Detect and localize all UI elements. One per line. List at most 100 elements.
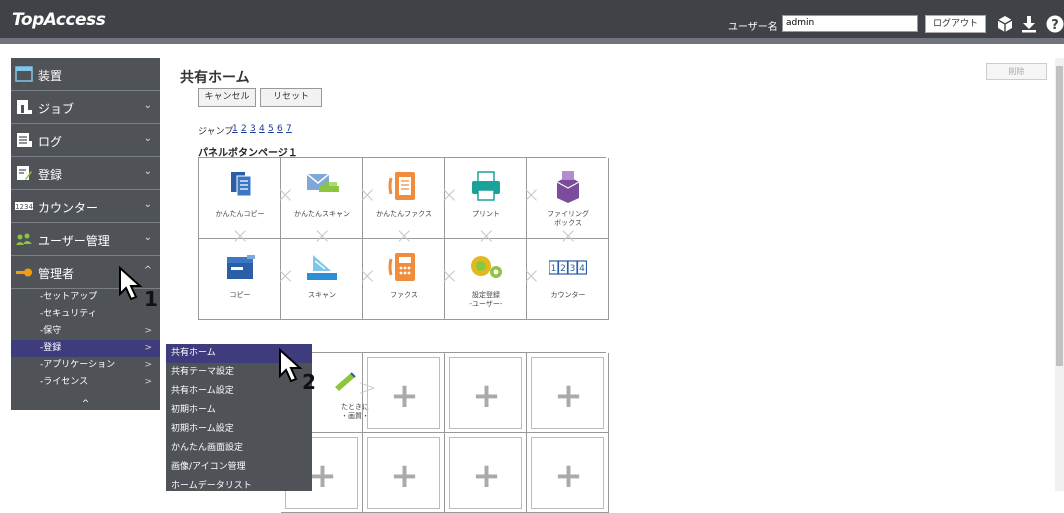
button-caption: カウンター bbox=[550, 291, 586, 299]
flyout-item-easy-screen[interactable]: かんたん画面設定 bbox=[166, 439, 312, 458]
sidebar-collapse-button[interactable]: ^ bbox=[11, 398, 160, 410]
sidebar: 装置 ジョブ ⌄ ログ ⌄ 登録 ⌄ 1234 カウンター ⌄ ユーザー管理 ⌄… bbox=[11, 58, 160, 410]
jump-page-link[interactable]: 7 bbox=[286, 124, 292, 134]
submenu-license[interactable]: -ライセンス > bbox=[11, 374, 160, 391]
device-icon bbox=[15, 66, 33, 82]
jump-page-link[interactable]: 2 bbox=[241, 124, 247, 134]
top-bar: TopAccess ユーザー名 admin ログアウト ? bbox=[0, 0, 1064, 44]
jump-page-link[interactable]: 3 bbox=[250, 124, 256, 134]
swap-icon[interactable]: × bbox=[395, 224, 413, 249]
copy-button[interactable]: コピー bbox=[199, 239, 281, 320]
logout-button[interactable]: ログアウト bbox=[925, 15, 986, 33]
register-icon bbox=[17, 166, 32, 180]
submenu-label: -ライセンス bbox=[40, 377, 89, 387]
flyout-item-initial-home[interactable]: 初期ホーム bbox=[166, 401, 312, 420]
jump-page-link[interactable]: 6 bbox=[277, 124, 283, 134]
menu-user-management[interactable]: ユーザー管理 ⌄ bbox=[11, 223, 160, 256]
swap-icon[interactable]: × bbox=[231, 224, 249, 249]
username-label: ユーザー名 bbox=[728, 22, 778, 33]
add-button-slot[interactable]: + bbox=[527, 433, 609, 513]
flyout-item-initial-home-settings[interactable]: 初期ホーム設定 bbox=[166, 420, 312, 439]
page-title: 共有ホーム bbox=[180, 70, 250, 86]
swap-icon[interactable]: × bbox=[358, 264, 376, 289]
app-logo: TopAccess bbox=[12, 10, 106, 30]
svg-text:3: 3 bbox=[570, 264, 576, 274]
swap-icon[interactable]: > bbox=[358, 376, 376, 401]
add-button-slot[interactable]: + bbox=[527, 353, 609, 433]
chevron-right-icon: > bbox=[144, 377, 152, 387]
menu-log[interactable]: ログ ⌄ bbox=[11, 124, 160, 157]
key-icon bbox=[16, 268, 32, 277]
counter-icon: 1234 bbox=[15, 202, 33, 211]
submenu-label: -セットアップ bbox=[40, 292, 98, 302]
swap-icon[interactable]: × bbox=[276, 264, 294, 289]
svg-text:4: 4 bbox=[579, 264, 585, 274]
add-button-slot[interactable]: + bbox=[445, 433, 527, 513]
menu-label: ログ bbox=[38, 135, 63, 149]
submenu-label: -登録 bbox=[40, 343, 62, 353]
download-icon[interactable] bbox=[1020, 15, 1038, 33]
menu-label: ジョブ bbox=[38, 102, 75, 116]
jump-page-link[interactable]: 1 bbox=[232, 124, 238, 134]
plus-icon: + bbox=[472, 376, 501, 416]
menu-device[interactable]: 装置 bbox=[11, 58, 160, 91]
chevron-down-icon: ⌄ bbox=[143, 232, 152, 243]
button-caption: ファクス bbox=[390, 291, 418, 299]
swap-icon[interactable]: × bbox=[440, 264, 458, 289]
add-button-slot[interactable]: + bbox=[363, 433, 445, 513]
swap-icon[interactable]: × bbox=[522, 183, 540, 208]
users-icon bbox=[16, 233, 32, 245]
printer-icon bbox=[472, 171, 500, 201]
submenu-security[interactable]: -セキュリティ bbox=[11, 306, 160, 323]
menu-counter[interactable]: 1234 カウンター ⌄ bbox=[11, 190, 160, 223]
reset-button[interactable]: リセット bbox=[260, 88, 322, 107]
plus-icon: + bbox=[554, 376, 583, 416]
chevron-down-icon: ⌄ bbox=[143, 199, 152, 210]
jump-page-link[interactable]: 5 bbox=[268, 124, 274, 134]
chevron-right-icon: > bbox=[144, 343, 152, 353]
svg-text:1234: 1234 bbox=[15, 203, 33, 211]
flyout-item-home-data-list[interactable]: ホームデータリスト bbox=[166, 477, 312, 496]
flyout-item-image-icon-management[interactable]: 画像/アイコン管理 bbox=[166, 458, 312, 477]
add-button-slot[interactable]: + bbox=[445, 353, 527, 433]
swap-icon[interactable]: × bbox=[313, 224, 331, 249]
help-icon[interactable]: ? bbox=[1046, 15, 1064, 33]
flyout-item-shared-home-settings[interactable]: 共有ホーム設定 bbox=[166, 382, 312, 401]
svg-text:?: ? bbox=[1051, 18, 1059, 33]
svg-text:1: 1 bbox=[551, 264, 557, 274]
menu-register[interactable]: 登録 ⌄ bbox=[11, 157, 160, 190]
step-number: 2 bbox=[302, 370, 316, 394]
swap-icon[interactable]: × bbox=[559, 224, 577, 249]
menu-label: 装置 bbox=[38, 69, 63, 83]
submenu-registration[interactable]: -登録 > bbox=[11, 340, 160, 357]
delete-button[interactable]: 削除 bbox=[986, 63, 1047, 80]
swap-icon[interactable]: × bbox=[522, 264, 540, 289]
scroll-thumb[interactable] bbox=[1056, 66, 1063, 366]
submenu-label: -保守 bbox=[40, 326, 62, 336]
swap-icon[interactable]: × bbox=[276, 183, 294, 208]
chevron-right-icon: > bbox=[144, 360, 152, 370]
chevron-up-icon: ^ bbox=[143, 265, 152, 276]
scanner-icon bbox=[307, 255, 337, 280]
log-icon bbox=[17, 133, 32, 147]
swap-icon[interactable]: × bbox=[440, 183, 458, 208]
username-field: admin bbox=[782, 15, 918, 32]
chevron-down-icon: ⌄ bbox=[143, 133, 152, 144]
chevron-right-icon: > bbox=[144, 326, 152, 336]
cancel-button[interactable]: キャンセル bbox=[198, 88, 256, 107]
box-icon[interactable] bbox=[996, 15, 1014, 33]
menu-label: 管理者 bbox=[38, 267, 75, 281]
swap-icon[interactable]: × bbox=[477, 224, 495, 249]
submenu-label: -アプリケーション bbox=[40, 360, 116, 370]
plus-icon: + bbox=[472, 456, 501, 496]
submenu-application[interactable]: -アプリケーション > bbox=[11, 357, 160, 374]
jump-page-link[interactable]: 4 bbox=[259, 124, 265, 134]
submenu-maintenance[interactable]: -保守 > bbox=[11, 323, 160, 340]
menu-job[interactable]: ジョブ ⌄ bbox=[11, 91, 160, 124]
gear-icon bbox=[471, 256, 502, 278]
pen-icon bbox=[335, 372, 356, 391]
swap-icon[interactable]: × bbox=[358, 183, 376, 208]
chevron-down-icon: ⌄ bbox=[143, 166, 152, 177]
scrollbar[interactable] bbox=[1055, 58, 1064, 491]
jump-label: ジャンプ bbox=[198, 127, 234, 137]
